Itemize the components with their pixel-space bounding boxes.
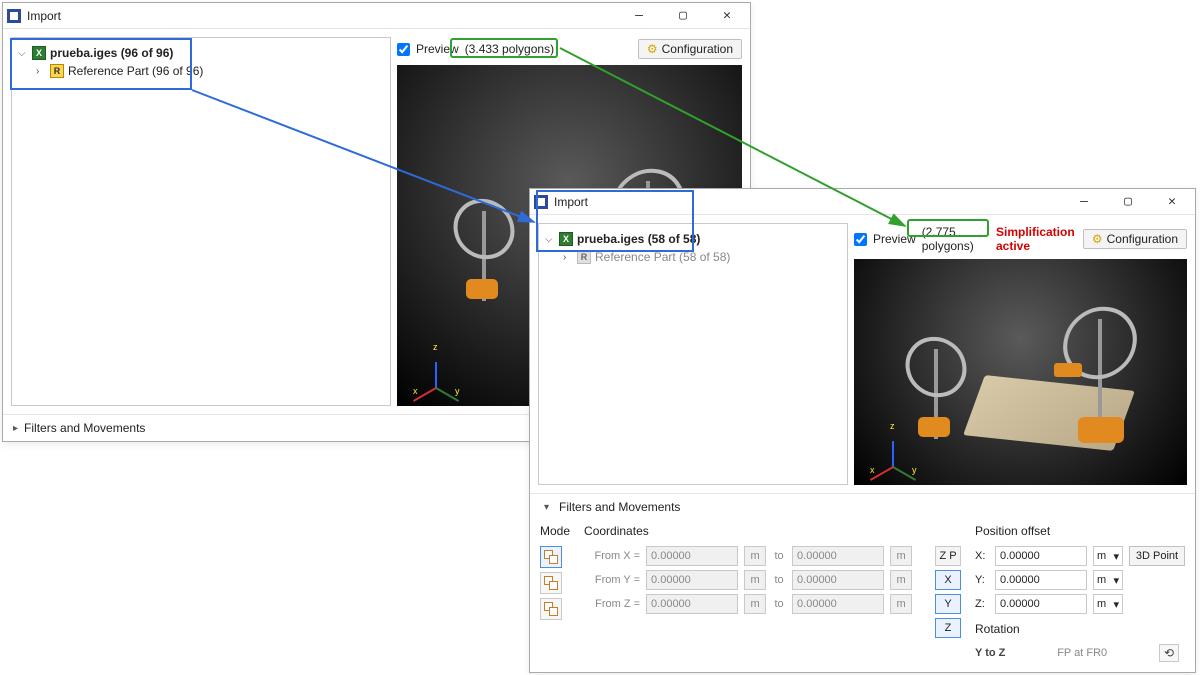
- filters-movements-panel: Mode Coordinates From X = 0.00000 m to 0…: [530, 520, 1195, 672]
- mode-heading: Mode: [540, 524, 570, 538]
- offset-y-unit[interactable]: m▾: [1093, 570, 1123, 590]
- file-icon: X: [559, 232, 573, 246]
- maximize-button[interactable]: ▢: [664, 3, 702, 29]
- tree-file-label: prueba.iges (96 of 96): [50, 46, 173, 60]
- mode-button-3[interactable]: [540, 598, 562, 620]
- to-y-field[interactable]: 0.00000: [792, 570, 884, 590]
- tree-file-label: prueba.iges (58 of 58): [577, 232, 700, 246]
- minimize-button[interactable]: —: [1065, 189, 1103, 215]
- preview-checkbox[interactable]: [854, 233, 867, 246]
- axis-triad-icon: z y x: [866, 423, 918, 475]
- mode-column: Mode: [540, 524, 570, 620]
- offset-x-field[interactable]: 0.00000: [995, 546, 1087, 566]
- coord-row-y: From Y = 0.00000 m to 0.00000 m: [584, 570, 921, 590]
- tree-file-node[interactable]: ⌵ X prueba.iges (58 of 58): [543, 230, 843, 248]
- app-icon: [7, 9, 21, 23]
- gear-icon: ⚙: [1092, 232, 1103, 246]
- rotation-ytoz: Y to Z: [975, 647, 1005, 659]
- mode-button-1[interactable]: [540, 546, 562, 568]
- tree-ref-label: Reference Part (96 of 96): [68, 64, 203, 78]
- position-offset-heading: Position offset: [975, 524, 1185, 538]
- tree-file-node[interactable]: ⌵ X prueba.iges (96 of 96): [16, 44, 386, 62]
- filters-movements-label: Filters and Movements: [24, 421, 145, 435]
- tree-ref-node[interactable]: › R Reference Part (58 of 58): [543, 248, 843, 266]
- coord-row-x: From X = 0.00000 m to 0.00000 m: [584, 546, 921, 566]
- preview-label: Preview: [416, 42, 459, 56]
- titlebar[interactable]: Import — ▢ ✕: [530, 189, 1195, 215]
- axis-y-button[interactable]: Y: [935, 594, 961, 614]
- axis-triad-icon: z y x: [409, 344, 461, 396]
- titlebar[interactable]: Import — ▢ ✕: [3, 3, 750, 29]
- import-dialog-simplified: Import — ▢ ✕ ⌵ X prueba.iges (58 of 58) …: [529, 188, 1196, 673]
- coordinates-column: Coordinates From X = 0.00000 m to 0.0000…: [584, 524, 921, 614]
- close-button[interactable]: ✕: [1153, 189, 1191, 215]
- rotation-fp: FP at FR0: [1057, 647, 1107, 659]
- from-z-field[interactable]: 0.00000: [646, 594, 738, 614]
- rotation-row: Y to Z FP at FR0 ⟲: [975, 644, 1185, 662]
- maximize-button[interactable]: ▢: [1109, 189, 1147, 215]
- position-offset-column: Position offset X: 0.00000 m▾ 3D Point Y…: [975, 524, 1185, 662]
- axis-zp-button[interactable]: Z P: [935, 546, 961, 566]
- from-x-field[interactable]: 0.00000: [646, 546, 738, 566]
- simplification-status: Simplification active: [996, 225, 1077, 253]
- reference-icon: R: [50, 64, 64, 78]
- gear-icon: ⚙: [647, 42, 658, 56]
- preview-viewport[interactable]: z y x: [854, 259, 1187, 485]
- preview-label: Preview: [873, 232, 916, 246]
- close-button[interactable]: ✕: [708, 3, 746, 29]
- axis-buttons-column: Z P X Y Z: [935, 524, 961, 638]
- window-title: Import: [27, 9, 614, 23]
- rotation-heading: Rotation: [975, 622, 1185, 636]
- tree-ref-label: Reference Part (58 of 58): [595, 250, 730, 264]
- file-icon: X: [32, 46, 46, 60]
- unit-dropdown[interactable]: m: [890, 546, 912, 566]
- offset-y-field[interactable]: 0.00000: [995, 570, 1087, 590]
- configuration-label: Configuration: [662, 42, 733, 56]
- to-z-field[interactable]: 0.00000: [792, 594, 884, 614]
- offset-z-unit[interactable]: m▾: [1093, 594, 1123, 614]
- axis-z-button[interactable]: Z: [935, 618, 961, 638]
- polygon-count: (2.775 polygons): [922, 225, 984, 253]
- app-icon: [534, 195, 548, 209]
- coords-heading: Coordinates: [584, 524, 921, 538]
- offset-z-field[interactable]: 0.00000: [995, 594, 1087, 614]
- tree-ref-node[interactable]: › R Reference Part (96 of 96): [16, 62, 386, 80]
- unit-dropdown[interactable]: m: [890, 594, 912, 614]
- unit-dropdown[interactable]: m: [744, 594, 766, 614]
- filters-movements-toggle[interactable]: ▾ Filters and Movements: [530, 493, 1195, 520]
- coord-row-z: From Z = 0.00000 m to 0.00000 m: [584, 594, 921, 614]
- unit-dropdown[interactable]: m: [744, 570, 766, 590]
- import-tree[interactable]: ⌵ X prueba.iges (96 of 96) › R Reference…: [11, 37, 391, 406]
- configuration-button[interactable]: ⚙ Configuration: [638, 39, 742, 59]
- reference-icon: R: [577, 250, 591, 264]
- axis-x-button[interactable]: X: [935, 570, 961, 590]
- mode-button-2[interactable]: [540, 572, 562, 594]
- chevron-down-icon: ▾: [540, 502, 553, 513]
- to-x-field[interactable]: 0.00000: [792, 546, 884, 566]
- import-tree[interactable]: ⌵ X prueba.iges (58 of 58) › R Reference…: [538, 223, 848, 485]
- polygon-count: (3.433 polygons): [465, 42, 554, 56]
- window-title: Import: [554, 195, 1059, 209]
- configuration-button[interactable]: ⚙ Configuration: [1083, 229, 1187, 249]
- unit-dropdown[interactable]: m: [744, 546, 766, 566]
- unit-dropdown[interactable]: m: [890, 570, 912, 590]
- three-d-point-button[interactable]: 3D Point: [1129, 546, 1185, 566]
- expand-caret-icon[interactable]: ⌵: [545, 234, 555, 245]
- chevron-right-icon: ▸: [13, 423, 18, 434]
- preview-checkbox[interactable]: [397, 43, 410, 56]
- from-y-field[interactable]: 0.00000: [646, 570, 738, 590]
- expand-caret-icon[interactable]: ⌵: [18, 48, 28, 59]
- configuration-label: Configuration: [1107, 232, 1178, 246]
- expand-caret-icon[interactable]: ›: [36, 66, 46, 77]
- offset-x-unit[interactable]: m▾: [1093, 546, 1123, 566]
- rotation-reset-button[interactable]: ⟲: [1159, 644, 1179, 662]
- expand-caret-icon[interactable]: ›: [563, 252, 573, 263]
- minimize-button[interactable]: —: [620, 3, 658, 29]
- filters-movements-label: Filters and Movements: [559, 500, 680, 514]
